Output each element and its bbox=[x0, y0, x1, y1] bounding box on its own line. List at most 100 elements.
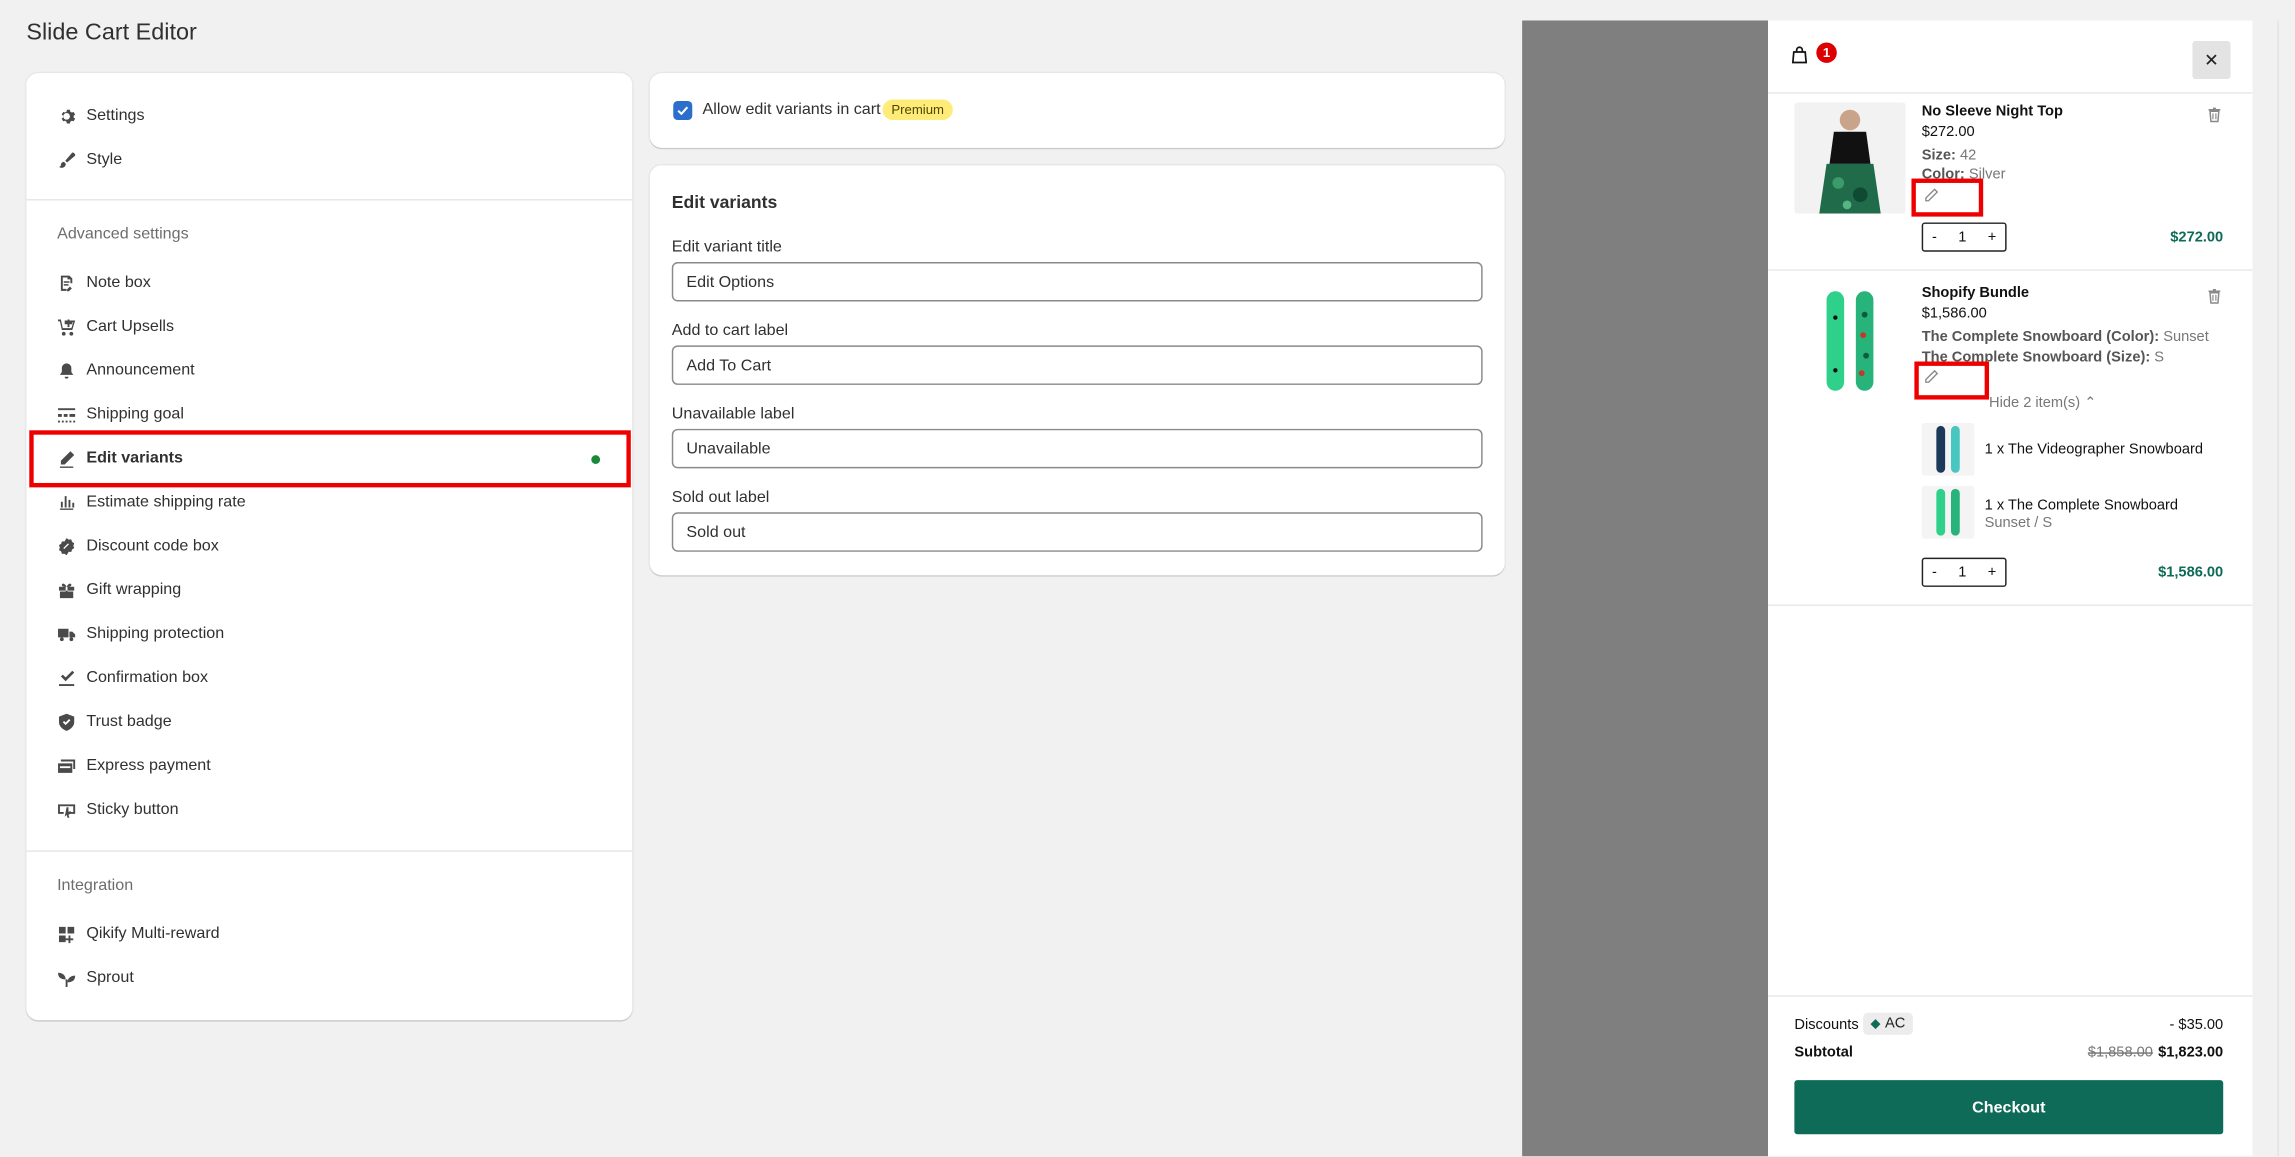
bundle-item-image bbox=[1921, 422, 1975, 476]
bundle-item-image bbox=[1921, 485, 1975, 539]
check-box-icon bbox=[56, 667, 76, 687]
sidebar-item-label: Trust badge bbox=[86, 712, 172, 731]
hide-bundle-items-link[interactable]: Hide 2 item(s) ⌃ bbox=[1989, 395, 2096, 411]
sidebar-item-announcement[interactable]: Announcement bbox=[56, 354, 195, 386]
sidebar-item-label: Gift wrapping bbox=[86, 581, 182, 599]
sidebar-item-label: Shipping goal bbox=[86, 405, 184, 423]
decrease-button[interactable]: - bbox=[1932, 564, 1937, 580]
sidebar-item-sprout[interactable]: Sprout bbox=[56, 962, 134, 994]
sidebar-item-trust-badge[interactable]: Trust badge bbox=[56, 705, 172, 737]
field-label: Sold out label bbox=[671, 488, 770, 507]
allow-edit-label: Allow edit variants in cart bbox=[702, 100, 881, 119]
checkout-button[interactable]: Checkout bbox=[1794, 1080, 2224, 1135]
subtotal-original: $1,858.00 bbox=[2087, 1045, 2153, 1062]
sidebar-item-label: Note box bbox=[86, 273, 151, 292]
sidebar-item-label: Discount code box bbox=[86, 537, 219, 555]
integration-heading: Integration bbox=[57, 876, 134, 895]
allow-edit-checkbox[interactable] bbox=[673, 100, 693, 121]
apps-icon bbox=[56, 924, 76, 944]
quantity-stepper[interactable]: - 1 + bbox=[1921, 557, 2007, 587]
add-to-cart-label-input[interactable]: Add To Cart bbox=[671, 345, 1483, 385]
close-icon: ✕ bbox=[2204, 49, 2219, 71]
edit-variant-title-input[interactable]: Edit Options bbox=[671, 261, 1483, 302]
unavailable-label-input[interactable]: Unavailable bbox=[671, 428, 1483, 469]
sidebar-item-estimate-shipping-rate[interactable]: Estimate shipping rate bbox=[56, 486, 246, 518]
divider bbox=[1768, 995, 2253, 997]
bundle-item-variant: Sunset / S bbox=[1984, 515, 2053, 532]
sidebar-item-shipping-protection[interactable]: Shipping protection bbox=[56, 618, 225, 650]
sidebar-item-qikify-multi-reward[interactable]: Qikify Multi-reward bbox=[56, 918, 220, 950]
product-attribute: The Complete Snowboard (Color): Sunset bbox=[1921, 329, 2209, 346]
app-stage: Slide Cart Editor Settings Style Advance… bbox=[0, 0, 2295, 1157]
sidebar-item-settings[interactable]: Settings bbox=[56, 100, 145, 132]
sidebar-item-shipping-goal[interactable]: Shipping goal bbox=[56, 398, 184, 430]
sidebar-item-label: Sprout bbox=[86, 968, 134, 987]
card-icon bbox=[56, 755, 76, 775]
shield-icon bbox=[56, 711, 76, 731]
field-label: Unavailable label bbox=[671, 405, 795, 423]
divider bbox=[1768, 92, 2253, 94]
product-attribute: Size: 42 bbox=[1921, 147, 1977, 164]
sold-out-label-input[interactable]: Sold out bbox=[671, 512, 1483, 552]
sidebar-item-confirmation-box[interactable]: Confirmation box bbox=[56, 662, 208, 694]
product-price: $1,586.00 bbox=[1921, 305, 1987, 322]
chevron-up-icon: ⌃ bbox=[2084, 395, 2097, 412]
divider bbox=[1768, 269, 2253, 271]
subtotal-final: $1,823.00 bbox=[2158, 1045, 2224, 1062]
discount-code-tag: ◆ AC bbox=[1863, 1012, 1913, 1035]
quantity-stepper[interactable]: - 1 + bbox=[1921, 222, 2007, 252]
increase-button[interactable]: + bbox=[1988, 229, 1997, 245]
sidebar-item-label: Style bbox=[86, 150, 123, 169]
divider bbox=[26, 850, 633, 852]
shopping-bag-icon bbox=[1791, 46, 1808, 64]
bundle-item-label: 1 x The Videographer Snowboard bbox=[1984, 442, 2203, 459]
advanced-settings-heading: Advanced settings bbox=[57, 225, 189, 243]
page-scrollbar[interactable] bbox=[2277, 20, 2295, 1157]
product-name: Shopify Bundle bbox=[1921, 285, 2030, 302]
trash-icon[interactable] bbox=[2207, 107, 2222, 123]
sidebar-item-label: Qikify Multi-reward bbox=[86, 924, 220, 943]
divider bbox=[26, 199, 633, 201]
preview-backdrop[interactable] bbox=[1522, 20, 1769, 1157]
sidebar-item-style[interactable]: Style bbox=[56, 143, 123, 175]
bar-chart-icon bbox=[56, 492, 76, 512]
sidebar-item-label: Cart Upsells bbox=[86, 317, 175, 336]
product-name: No Sleeve Night Top bbox=[1921, 103, 2063, 121]
product-price: $272.00 bbox=[1921, 124, 1975, 141]
edit-variants-card: Edit variants Edit variant title Edit Op… bbox=[649, 165, 1505, 576]
bundle-item-label: 1 x The Complete Snowboard bbox=[1984, 497, 2179, 514]
divider bbox=[1768, 604, 2253, 606]
sidebar-item-label: Confirmation box bbox=[86, 668, 209, 687]
close-cart-button[interactable]: ✕ bbox=[2192, 40, 2231, 80]
quantity-value[interactable]: 1 bbox=[1958, 229, 1966, 245]
truck-icon bbox=[56, 623, 76, 643]
progress-icon bbox=[56, 404, 76, 424]
sidebar-item-gift-wrapping[interactable]: Gift wrapping bbox=[56, 574, 182, 606]
decrease-button[interactable]: - bbox=[1932, 229, 1937, 245]
sidebar-item-express-payment[interactable]: Express payment bbox=[56, 749, 211, 781]
sidebar-item-note-box[interactable]: Note box bbox=[56, 266, 151, 298]
sidebar-item-label: Estimate shipping rate bbox=[86, 493, 246, 511]
quantity-value[interactable]: 1 bbox=[1958, 564, 1966, 580]
brush-icon bbox=[56, 149, 76, 169]
gift-icon bbox=[56, 580, 76, 600]
sidebar-item-label: Shipping protection bbox=[86, 624, 225, 643]
sidebar-item-sticky-button[interactable]: Sticky button bbox=[56, 793, 179, 825]
product-image bbox=[1794, 102, 1906, 214]
sidebar-item-cart-upsells[interactable]: Cart Upsells bbox=[56, 310, 174, 342]
page-title: Slide Cart Editor bbox=[26, 20, 197, 46]
cart-upsell-icon bbox=[56, 316, 76, 336]
check-icon bbox=[677, 106, 689, 116]
trash-icon[interactable] bbox=[2207, 288, 2222, 304]
cart-drawer-preview: 1 ✕ No Sleeve Night Top $272.00 Size: 42… bbox=[1768, 20, 2253, 1157]
increase-button[interactable]: + bbox=[1988, 564, 1997, 580]
bell-icon bbox=[56, 360, 76, 380]
sidebar-item-label: Sticky button bbox=[86, 800, 179, 819]
sidebar-item-discount-code-box[interactable]: Discount code box bbox=[56, 530, 219, 562]
edit-variant-pencil-icon[interactable] bbox=[1923, 187, 1939, 203]
edit-variant-pencil-icon[interactable] bbox=[1923, 369, 1939, 385]
highlight-annotation bbox=[29, 430, 631, 488]
settings-sidebar: Settings Style Advanced settings Note bo… bbox=[26, 73, 633, 1021]
field-label: Add to cart label bbox=[671, 321, 789, 340]
sprout-icon bbox=[56, 967, 76, 987]
